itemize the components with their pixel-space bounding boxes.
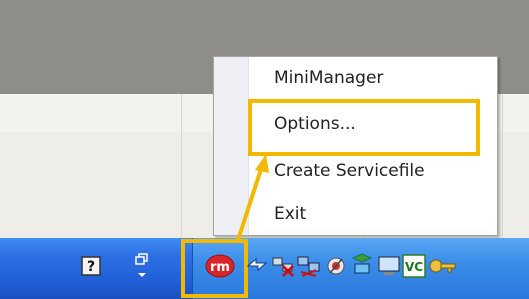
security-icon[interactable] — [324, 254, 348, 278]
network-status-icon[interactable] — [296, 254, 322, 278]
pointer-arrow — [236, 154, 269, 241]
arrows-icon[interactable] — [246, 256, 268, 276]
svg-text:VC: VC — [405, 260, 423, 274]
network-disconnected-icon[interactable] — [271, 254, 295, 278]
display-icon[interactable] — [377, 255, 401, 277]
network-connection-icon[interactable] — [350, 252, 374, 278]
key-icon[interactable] — [428, 257, 456, 275]
vc-icon[interactable]: VC — [402, 254, 426, 278]
